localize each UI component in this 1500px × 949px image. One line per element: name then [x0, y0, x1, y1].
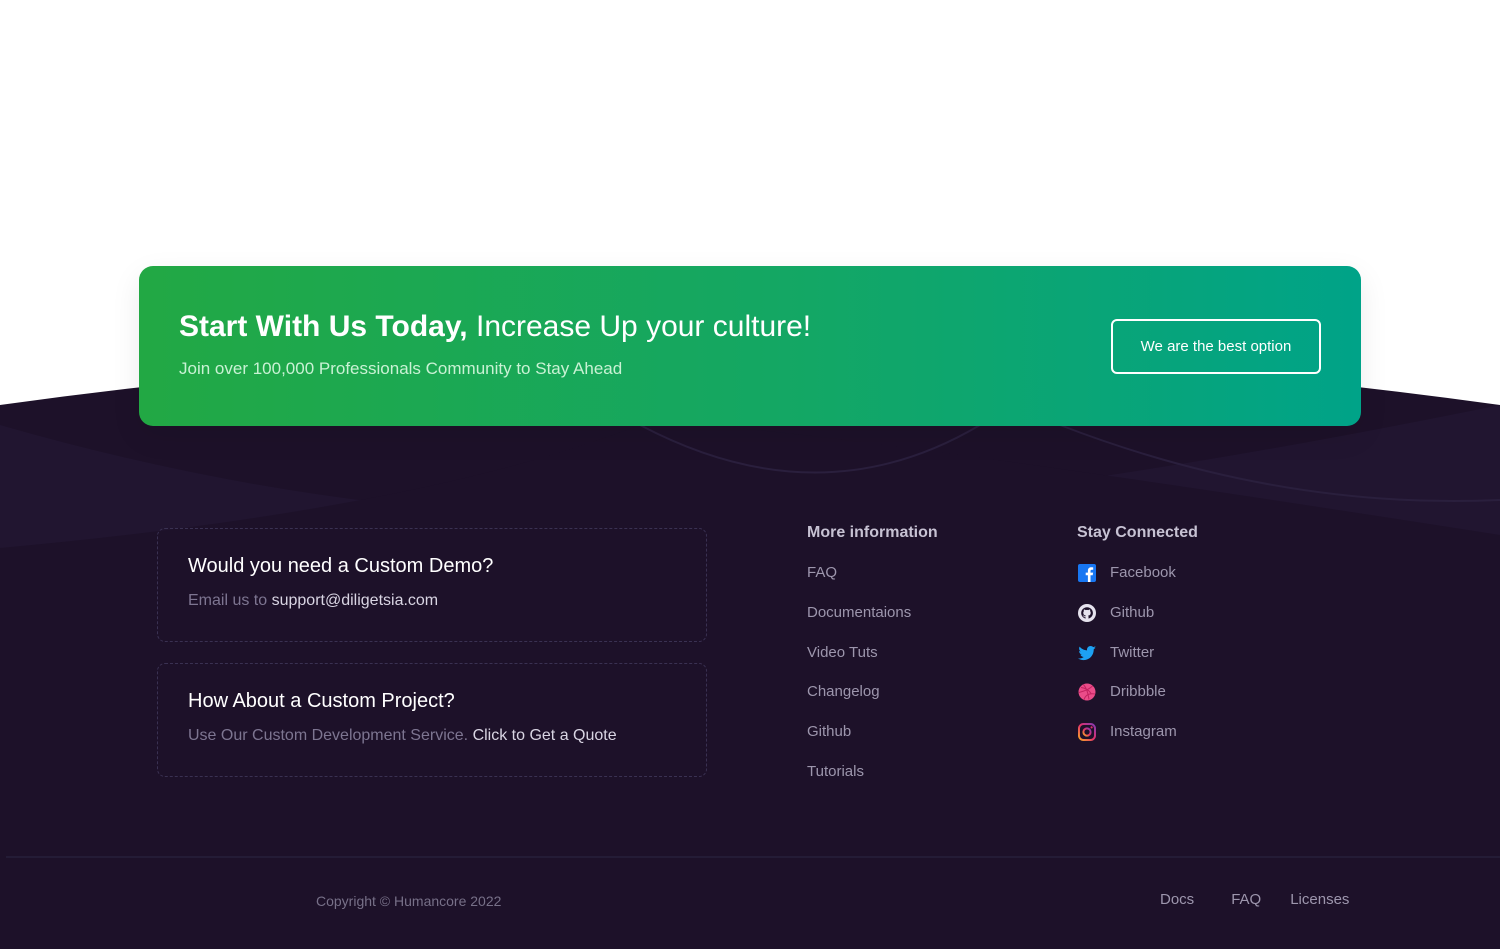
card-text: Email us to support@diligetsia.com: [188, 592, 438, 610]
link-changelog[interactable]: Changelog: [807, 683, 911, 723]
more-info-list: FAQ Documentaions Video Tuts Changelog G…: [807, 564, 911, 803]
social-dribbble[interactable]: Dribbble: [1077, 683, 1177, 723]
card-text-label: Email us to: [188, 592, 268, 609]
card-text-label: Use Our Custom Development Service.: [188, 727, 469, 744]
cta-subtitle: Join over 100,000 Professionals Communit…: [179, 359, 623, 378]
link-documentations[interactable]: Documentaions: [807, 604, 911, 644]
bottom-links: Docs FAQ Licenses: [1160, 891, 1349, 908]
copyright-text: Copyright © Humancore 2022: [316, 893, 502, 909]
custom-demo-card: Would you need a Custom Demo? Email us t…: [157, 528, 707, 642]
social-label: Github: [1110, 603, 1155, 621]
custom-project-card: How About a Custom Project? Use Our Cust…: [157, 663, 707, 777]
card-title: Would you need a Custom Demo?: [188, 555, 494, 577]
social-twitter[interactable]: Twitter: [1077, 644, 1177, 684]
social-facebook[interactable]: Facebook: [1077, 564, 1177, 604]
bottom-link-faq[interactable]: FAQ: [1231, 891, 1261, 908]
bottom-link-licenses[interactable]: Licenses: [1290, 891, 1349, 908]
cta-title-bold: Start With Us Today,: [179, 310, 468, 343]
social-list: Facebook Github Twitter Dribbble Instagr…: [1077, 564, 1177, 763]
card-text: Use Our Custom Development Service. Clic…: [188, 727, 617, 745]
best-option-button[interactable]: We are the best option: [1111, 319, 1321, 374]
facebook-icon: [1077, 563, 1097, 583]
stay-connected-heading: Stay Connected: [1077, 524, 1198, 541]
social-label: Facebook: [1110, 564, 1176, 581]
get-quote-link[interactable]: Click to Get a Quote: [473, 727, 617, 744]
card-title: How About a Custom Project?: [188, 690, 455, 712]
cta-banner: Start With Us Today, Increase Up your cu…: [139, 266, 1361, 426]
dribbble-icon: [1077, 682, 1097, 702]
social-github[interactable]: Github: [1077, 603, 1177, 644]
social-label: Dribbble: [1110, 683, 1166, 701]
twitter-icon: [1077, 643, 1097, 663]
link-video-tuts[interactable]: Video Tuts: [807, 644, 911, 684]
social-label: Instagram: [1110, 723, 1177, 741]
social-label: Twitter: [1110, 643, 1155, 661]
github-icon: [1077, 603, 1097, 623]
social-instagram[interactable]: Instagram: [1077, 723, 1177, 763]
link-faq[interactable]: FAQ: [807, 564, 911, 604]
support-email-link[interactable]: support@diligetsia.com: [272, 592, 439, 609]
link-github[interactable]: Github: [807, 723, 911, 763]
bottom-link-docs[interactable]: Docs: [1160, 891, 1194, 908]
cta-title: Start With Us Today, Increase Up your cu…: [179, 310, 811, 344]
more-info-heading: More information: [807, 524, 938, 541]
cta-title-rest: Increase Up your culture!: [475, 310, 812, 343]
instagram-icon: [1077, 722, 1097, 742]
footer-divider: [6, 856, 1500, 858]
link-tutorials[interactable]: Tutorials: [807, 763, 911, 803]
footer-background: [0, 352, 1500, 949]
